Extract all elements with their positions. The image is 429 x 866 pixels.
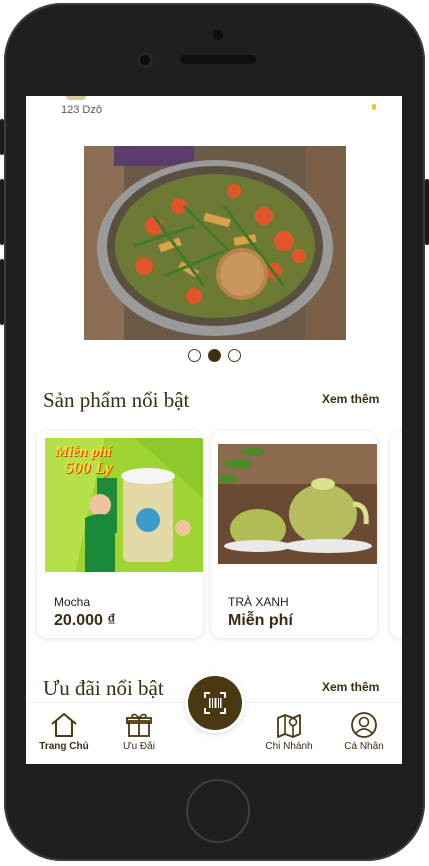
nav-profile[interactable]: Cá Nhân [329,711,399,752]
featured-offers-title: Ưu đãi nổi bật [43,676,164,700]
banner-pagination[interactable] [188,349,241,362]
promo-line-2: 500 Ly [65,458,113,477]
product-card[interactable]: TRÀ XANH Miễn phí [211,431,377,638]
home-icon [51,713,77,737]
app-screen: 123 Dzô Sản phẩm nổi bật Xem thêm Miễn p… [26,96,402,764]
volume-up-button [0,179,4,245]
nav-offers[interactable]: Ưu Đãi [104,711,174,752]
front-camera [137,52,153,68]
product-name: Mocha [54,595,91,609]
featured-products-title: Sản phẩm nổi bật [43,388,190,412]
product-image-mocha: Miễn phí 500 Ly [45,438,203,572]
banner-dot[interactable] [188,349,201,362]
nav-offers-label: Ưu Đãi [123,741,155,752]
nav-home-label: Trang Chủ [39,741,89,752]
map-icon [277,714,301,738]
scan-qr-button[interactable] [188,676,242,730]
featured-offers-see-more[interactable]: Xem thêm [322,680,379,694]
gift-icon [126,713,152,737]
product-name: TRÀ XANH [228,595,289,609]
notification-dot [372,104,376,110]
product-card[interactable]: Miễn phí 500 Ly Mocha 20.000 ₫ [37,431,203,638]
product-image-tra-xanh [218,444,377,564]
proximity-sensor [213,30,223,40]
nav-branches-label: Chi Nhánh [265,741,313,752]
product-price: Miễn phí [228,612,293,629]
featured-products-see-more[interactable]: Xem thêm [322,392,379,406]
product-price: 20.000 ₫ [54,612,116,629]
earpiece-speaker [180,55,256,64]
header-logo [66,96,86,100]
mute-switch [0,119,4,155]
store-name: 123 Dzô [61,104,102,116]
product-card-peek[interactable] [390,431,402,638]
nav-branches[interactable]: Chi Nhánh [254,711,324,752]
banner-dot[interactable] [228,349,241,362]
home-button[interactable] [186,779,250,843]
nav-home[interactable]: Trang Chủ [29,711,99,752]
banner-dot-active[interactable] [208,349,221,362]
power-button [425,179,429,245]
user-icon [351,712,377,738]
qr-scan-icon [204,692,226,714]
volume-down-button [0,259,4,325]
banner-image[interactable] [84,146,346,340]
nav-profile-label: Cá Nhân [344,741,384,752]
